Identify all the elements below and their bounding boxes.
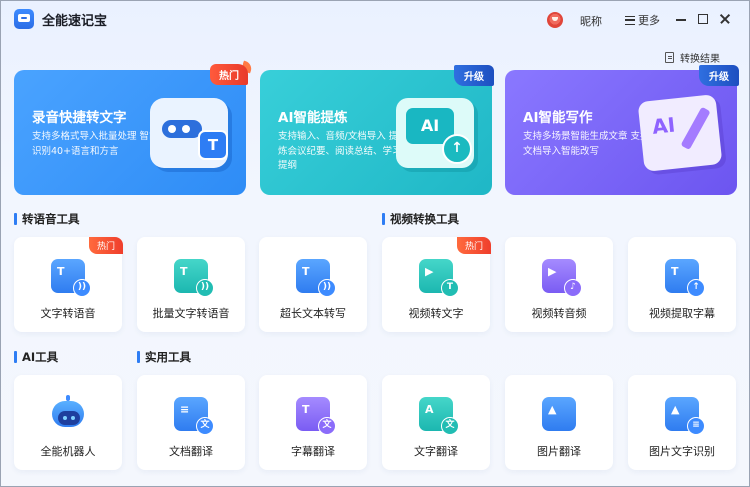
tool-label: 图片翻译 — [537, 445, 581, 458]
tool-label: 文字转语音 — [40, 307, 96, 320]
upgrade-tag: 升级 — [699, 65, 739, 86]
tool-label: 全能机器人 — [40, 445, 96, 458]
more-menu-button[interactable]: 更多 — [625, 12, 660, 28]
long-text-icon: T)) — [296, 259, 336, 297]
tool-label: 视频提取字幕 — [649, 307, 715, 320]
more-label: 更多 — [638, 14, 660, 27]
video-to-audio-icon: ▶ ♪ — [542, 259, 582, 297]
maximize-icon[interactable] — [696, 12, 710, 26]
tool-label: 字幕翻译 — [291, 445, 335, 458]
video-subtitle-icon: T ↑ — [665, 259, 705, 297]
nickname-link[interactable]: 昵称 — [580, 13, 602, 29]
section-ai-tools: AI工具 — [14, 349, 58, 365]
tool-subtitle-translate[interactable]: T文 字幕翻译 — [259, 375, 367, 470]
conversion-results-link[interactable]: 转换结果 — [665, 50, 720, 65]
upgrade-tag: 升级 — [454, 65, 494, 86]
tool-video-to-text[interactable]: 热门 ▶ T 视频转文字 — [382, 237, 491, 332]
banner-title: AI智能写作 — [523, 110, 593, 126]
subtitle-translate-icon: T文 — [296, 397, 336, 435]
tool-label: 视频转音频 — [531, 307, 587, 320]
tool-video-to-audio[interactable]: ▶ ♪ 视频转音频 — [505, 237, 613, 332]
banner-title: AI智能提炼 — [278, 110, 348, 126]
image-ocr-icon: ▲ ≡ — [665, 397, 705, 435]
banner-ai-writing[interactable]: 升级 AI智能写作 支持多场景智能生成文章 支持文档导入智能改写 AI — [505, 65, 739, 195]
tool-label: 视频转文字 — [408, 307, 464, 320]
tool-text-translate[interactable]: A文 文字翻译 — [382, 375, 490, 470]
audio-cassette-icon: T — [150, 98, 228, 168]
document-icon — [665, 52, 674, 63]
hot-tag: 热门 — [456, 237, 491, 254]
tool-batch-text-to-speech[interactable]: T)) 批量文字转语音 — [137, 237, 245, 332]
tool-image-ocr[interactable]: ▲ ≡ 图片文字识别 — [628, 375, 736, 470]
menu-icon — [625, 15, 635, 25]
tool-label: 文字翻译 — [414, 445, 458, 458]
text-translate-icon: A文 — [419, 397, 459, 435]
app-title: 全能速记宝 — [42, 14, 108, 29]
app-logo-icon — [14, 9, 34, 29]
tool-text-to-speech[interactable]: 热门 T)) 文字转语音 — [14, 237, 123, 332]
document-translate-icon: ≡ 文 — [174, 397, 214, 435]
minimize-icon[interactable] — [674, 12, 688, 26]
tool-label: 超长文本转写 — [280, 307, 346, 320]
avatar[interactable] — [547, 12, 563, 28]
ai-screen-icon: AI ↑ — [396, 98, 474, 168]
tool-video-subtitle-extract[interactable]: T ↑ 视频提取字幕 — [628, 237, 736, 332]
banner-description: 支持多场景智能生成文章 支持文档导入智能改写 — [523, 131, 650, 157]
section-video-tools: 视频转换工具 — [382, 211, 459, 227]
text-to-speech-icon: T)) — [51, 259, 91, 297]
image-translate-icon: ▲ — [542, 397, 576, 431]
robot-icon — [51, 395, 85, 431]
batch-text-to-speech-icon: T)) — [174, 259, 214, 297]
tool-all-in-one-robot[interactable]: 全能机器人 — [14, 375, 122, 470]
hot-tag: 热门 — [210, 64, 248, 85]
video-to-text-icon: ▶ T — [419, 259, 459, 297]
banner-ai-extract[interactable]: 升级 AI智能提炼 支持输入、音频/文档导入 提炼会议纪要、阅读总结、学习提纲 … — [260, 65, 494, 195]
hot-tag: 热门 — [88, 237, 123, 254]
tool-label: 文档翻译 — [169, 445, 213, 458]
tool-document-translate[interactable]: ≡ 文 文档翻译 — [137, 375, 245, 470]
tool-label: 图片文字识别 — [649, 445, 715, 458]
close-icon[interactable] — [718, 12, 732, 26]
ai-writing-icon: AI — [637, 94, 723, 172]
banner-title: 录音快捷转文字 — [32, 110, 127, 126]
tool-image-translate[interactable]: ▲ 图片翻译 — [505, 375, 613, 470]
conversion-results-label: 转换结果 — [680, 54, 720, 65]
banner-description: 支持输入、音频/文档导入 提炼会议纪要、阅读总结、学习提纲 — [278, 131, 402, 171]
section-utility-tools: 实用工具 — [137, 349, 191, 365]
banner-description: 支持多格式导入批量处理 智能识别40+语言和方言 — [32, 131, 159, 157]
section-speech-tools: 转语音工具 — [14, 211, 80, 227]
tool-label: 批量文字转语音 — [152, 307, 230, 320]
title-bar: 全能速记宝 昵称 更多 — [0, 0, 750, 40]
tool-long-text-transcribe[interactable]: T)) 超长文本转写 — [259, 237, 367, 332]
banner-audio-to-text[interactable]: 热门 录音快捷转文字 支持多格式导入批量处理 智能识别40+语言和方言 T — [14, 64, 248, 195]
